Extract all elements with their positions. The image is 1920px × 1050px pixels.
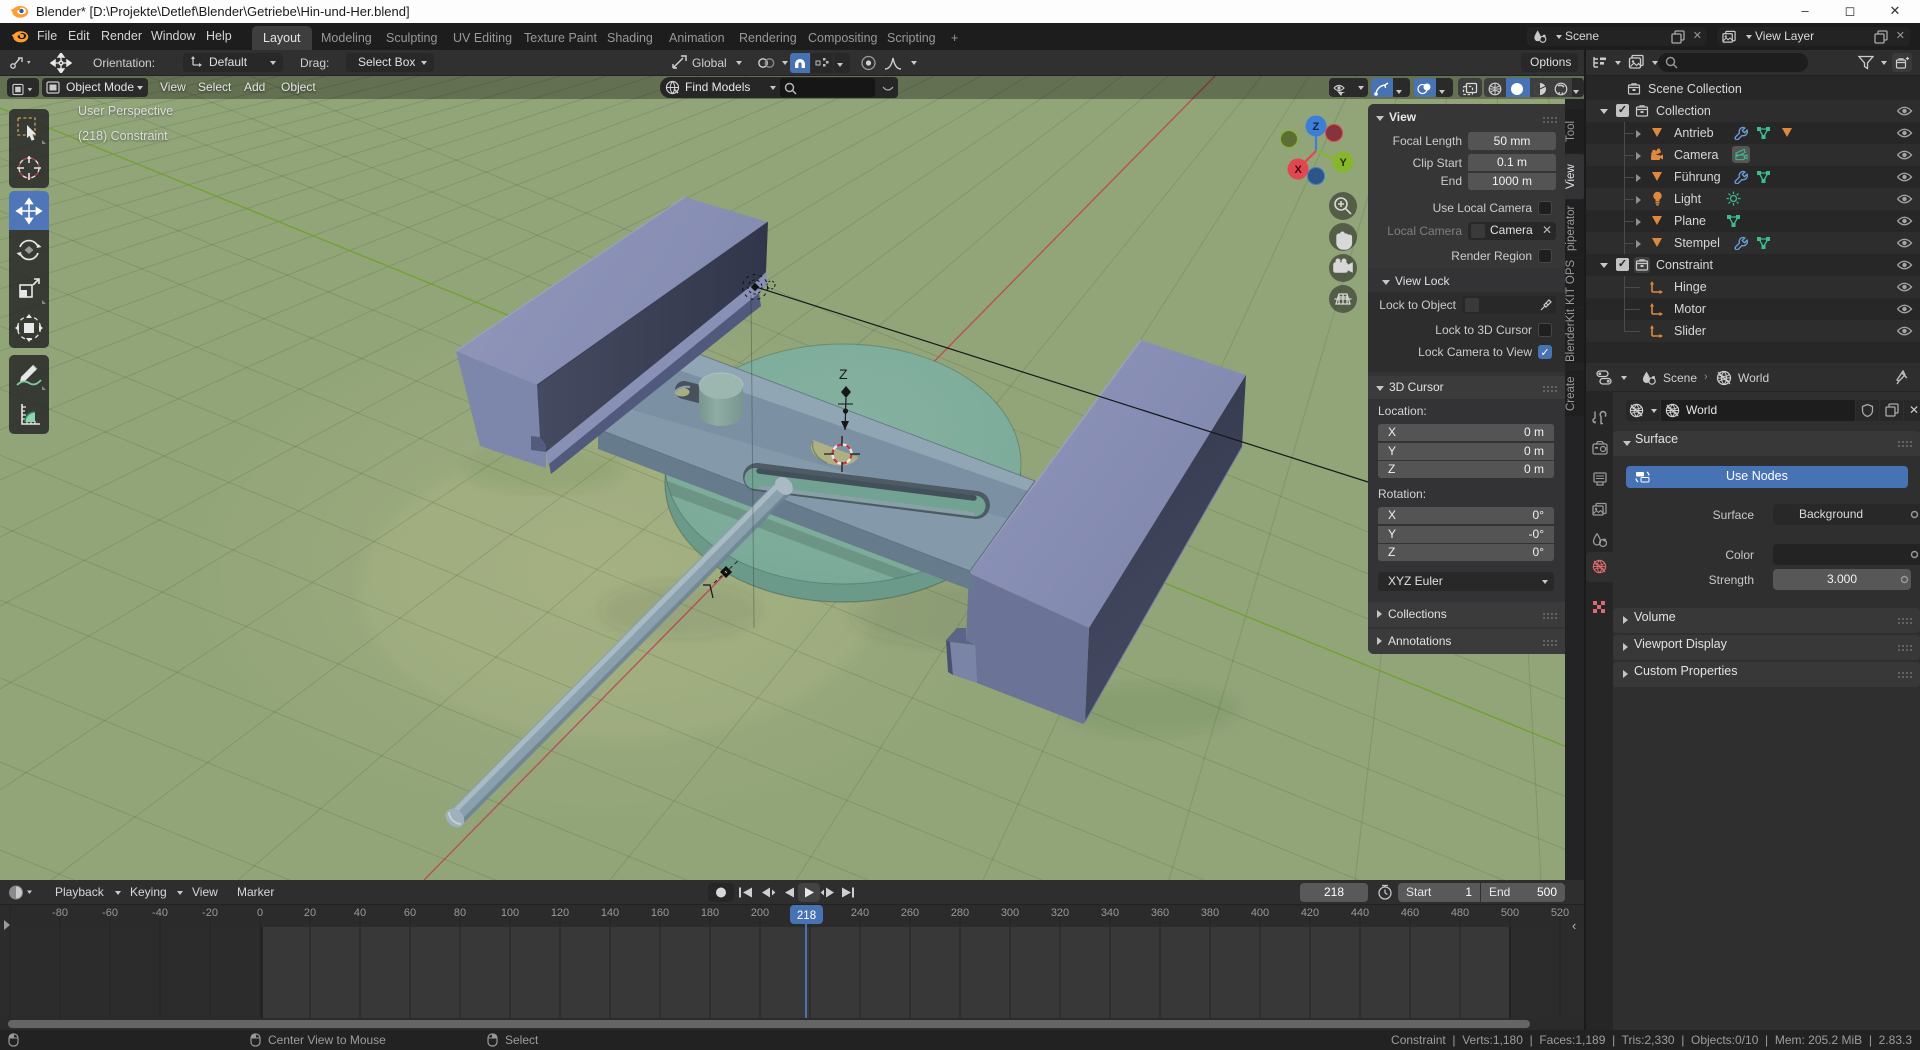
svg-text:300: 300 [1001, 907, 1019, 919]
svg-text:400: 400 [1251, 907, 1269, 919]
svg-text:Z: Z [1313, 121, 1320, 133]
svg-text:320: 320 [1051, 907, 1069, 919]
svg-text:500: 500 [1501, 907, 1519, 919]
svg-text:218: 218 [797, 910, 816, 922]
svg-text:340: 340 [1101, 907, 1119, 919]
svg-text:160: 160 [651, 907, 669, 919]
svg-text:0: 0 [257, 907, 263, 919]
svg-text:20: 20 [304, 907, 316, 919]
svg-text:120: 120 [551, 907, 569, 919]
svg-text:-40: -40 [152, 907, 168, 919]
svg-text:60: 60 [404, 907, 416, 919]
svg-text:X: X [1295, 164, 1303, 176]
svg-text:280: 280 [951, 907, 969, 919]
svg-text:260: 260 [901, 907, 919, 919]
svg-text:Y: Y [1340, 157, 1348, 169]
svg-text:-60: -60 [102, 907, 118, 919]
svg-text:440: 440 [1351, 907, 1369, 919]
svg-text:200: 200 [751, 907, 769, 919]
svg-text:-20: -20 [202, 907, 218, 919]
svg-text:360: 360 [1151, 907, 1169, 919]
svg-text:80: 80 [454, 907, 466, 919]
svg-text:380: 380 [1201, 907, 1219, 919]
svg-text:480: 480 [1451, 907, 1469, 919]
svg-text:240: 240 [851, 907, 869, 919]
svg-text:460: 460 [1401, 907, 1419, 919]
svg-text:520: 520 [1551, 907, 1569, 919]
svg-text:180: 180 [701, 907, 719, 919]
svg-text:-80: -80 [52, 907, 68, 919]
svg-text:420: 420 [1301, 907, 1319, 919]
svg-text:140: 140 [601, 907, 619, 919]
svg-text:100: 100 [501, 907, 519, 919]
svg-text:‹: ‹ [1572, 918, 1576, 933]
svg-text:Z: Z [839, 366, 848, 382]
svg-text:40: 40 [354, 907, 366, 919]
